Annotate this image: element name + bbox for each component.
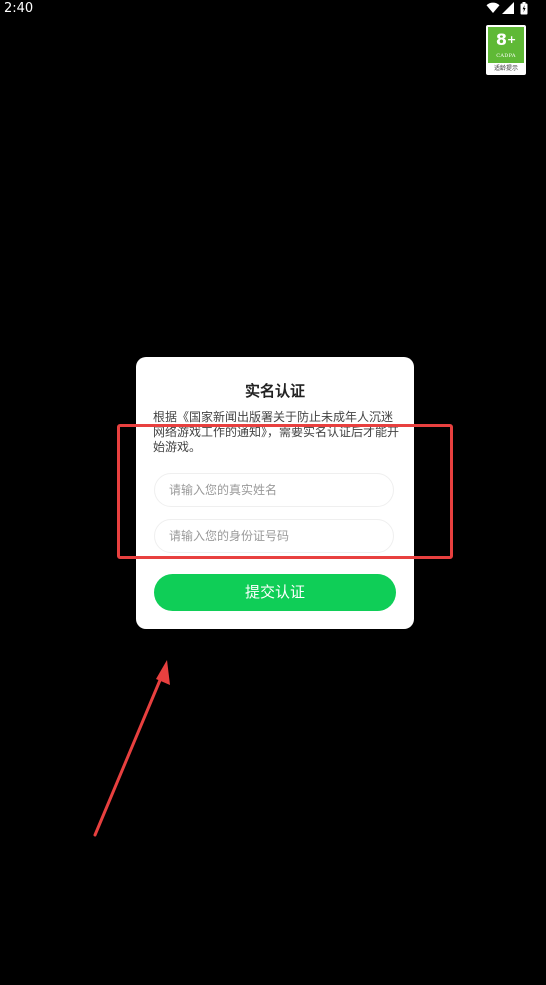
- annotation-arrow-icon: [93, 660, 170, 837]
- dialog-title: 实名认证: [244, 382, 305, 400]
- annotation-highlight-box: [117, 424, 453, 559]
- age-rating-plus: +: [506, 33, 517, 46]
- signal-icon: [502, 2, 514, 14]
- status-bar: 2:40: [0, 0, 546, 18]
- screen: 2:40 8+ CADPA 适龄提示 实名认证 根据《国家新闻出版署关于防止未成…: [0, 0, 546, 985]
- status-time: 2:40: [4, 1, 34, 16]
- status-icons: [486, 2, 530, 16]
- wifi-icon: [486, 2, 500, 13]
- age-rating-badge: 8+ CADPA 适龄提示: [486, 25, 526, 75]
- age-rating-number: 8+: [488, 30, 524, 50]
- age-rating-badge-panel: 8+ CADPA: [488, 27, 524, 63]
- age-rating-org: CADPA: [496, 53, 516, 59]
- battery-icon: [520, 2, 528, 15]
- submit-verification-button[interactable]: 提交认证: [154, 574, 396, 611]
- age-rating-digit: 8: [495, 30, 507, 49]
- age-rating-caption: 适龄提示: [493, 65, 518, 72]
